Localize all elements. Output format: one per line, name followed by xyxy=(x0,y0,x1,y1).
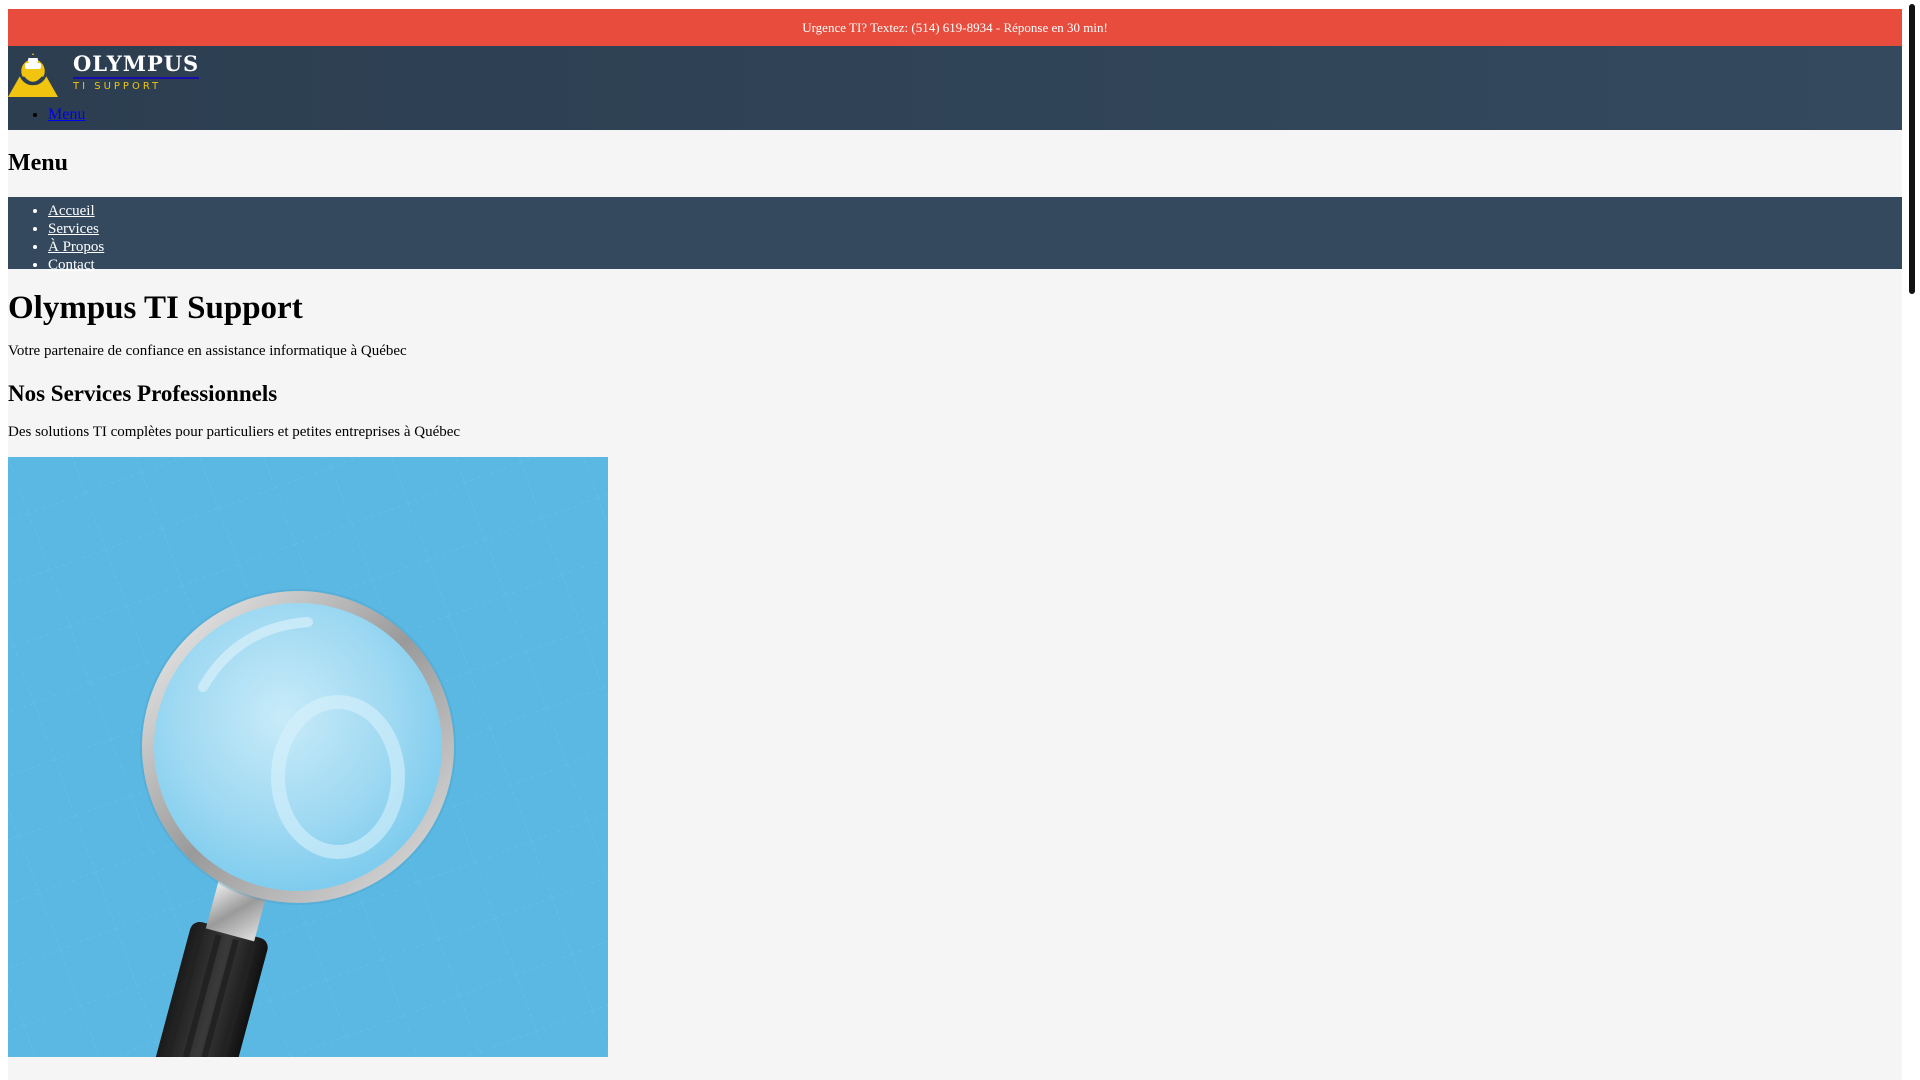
nav-item-contact: Contact xyxy=(48,256,1902,274)
services-title: Nos Services Professionnels xyxy=(8,381,278,406)
nav-link-a-propos[interactable]: À Propos xyxy=(48,239,104,255)
logo-text: OLYMPUS TI SUPPORT xyxy=(73,49,200,93)
hero-title: Olympus TI Support xyxy=(8,290,303,326)
site-header: OLYMPUS TI SUPPORT Menu xyxy=(8,46,1902,130)
services-subtitle: Des solutions TI complètes pour particul… xyxy=(8,424,461,440)
main-navigation: Accueil Services À Propos Contact xyxy=(8,197,1902,273)
olympus-logo-icon xyxy=(8,53,58,97)
emergency-alert-bar: Urgence TI? Textez: (514) 619-8934 - Rép… xyxy=(8,9,1902,46)
hero-subtitle: Votre partenaire de confiance en assista… xyxy=(8,343,407,359)
nav-link-contact[interactable]: Contact xyxy=(48,257,95,273)
menu-toggle-item: Menu xyxy=(48,106,85,124)
menu-toggle-list: Menu xyxy=(8,106,85,124)
logo-name: OLYMPUS xyxy=(73,51,200,79)
nav-link-accueil[interactable]: Accueil xyxy=(48,203,95,219)
magnifying-glass-image xyxy=(8,457,608,1057)
logo-link[interactable]: OLYMPUS TI SUPPORT xyxy=(8,49,200,97)
menu-toggle-link[interactable]: Menu xyxy=(48,106,85,123)
emergency-alert-text: Urgence TI? Textez: (514) 619-8934 - Rép… xyxy=(802,19,1108,35)
nav-item-services: Services xyxy=(48,220,1902,238)
page: Urgence TI? Textez: (514) 619-8934 - Rép… xyxy=(8,9,1902,1080)
nav-item-a-propos: À Propos xyxy=(48,238,1902,256)
page-scrollbar[interactable] xyxy=(1902,0,1920,1080)
logo-tagline: TI SUPPORT xyxy=(73,81,162,92)
menu-heading: Menu xyxy=(8,150,68,176)
scrollbar-thumb[interactable] xyxy=(1909,4,1915,294)
nav-list: Accueil Services À Propos Contact xyxy=(8,197,1902,274)
nav-item-accueil: Accueil xyxy=(48,202,1902,220)
nav-link-services[interactable]: Services xyxy=(48,221,99,237)
